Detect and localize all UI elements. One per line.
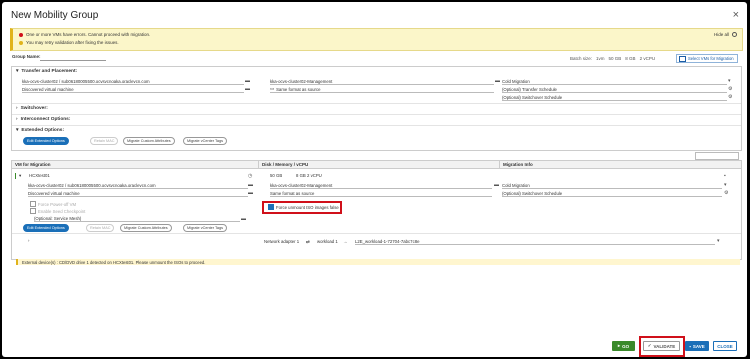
col-header-disk: Disk / Memory / vCPU (258, 161, 499, 169)
close-button[interactable]: CLOSE (713, 341, 737, 351)
close-icon[interactable]: × (733, 9, 739, 21)
folder-icon[interactable]: ▬ (248, 190, 253, 196)
save-icon: ▪ (689, 343, 691, 349)
gear-icon[interactable]: ⚙ (728, 86, 732, 92)
retain-mac-pill[interactable]: Retain MAC (90, 137, 119, 145)
chevron-right-icon: › (16, 117, 18, 122)
storage-format-select[interactable]: ▭ Same format as source (270, 86, 494, 93)
vm-memory-cpu: 8 GB 2 vCPU (296, 173, 322, 178)
group-name-label: Group Name: (12, 54, 41, 59)
target-network-select[interactable]: L2E_workload-1-72704-7abc7c8e (355, 238, 715, 245)
chevron-down-icon[interactable]: ▾ (724, 182, 727, 188)
chevron-down-icon: ▾ (16, 128, 19, 133)
force-power-off-checkbox[interactable]: Force Power-off VM (30, 201, 76, 207)
row-storage-format-select[interactable]: Same format as source (270, 190, 492, 197)
chevron-icon (732, 32, 737, 37)
vm-name: HCXtest01 (29, 173, 50, 178)
chevron-right-icon: › (16, 106, 18, 111)
table-row-toggle[interactable]: ▾ (15, 173, 21, 179)
alert-line-1: One or more VMs have errors. Cannot proc… (26, 32, 151, 37)
chevron-down-icon[interactable]: ▾ (717, 238, 720, 244)
migrate-custom-attributes-pill[interactable]: Migrate Custom Attributes (123, 137, 175, 145)
go-button[interactable]: ▸ GO (612, 341, 635, 351)
edit-extended-options-button[interactable]: Edit Extended Options (23, 137, 69, 145)
chevron-right-icon[interactable]: › (28, 238, 29, 243)
transfer-section-title[interactable]: ▾ Transfer and Placement: (16, 69, 77, 74)
disk-icon: ▭ (270, 86, 275, 91)
warning-icon (19, 40, 23, 45)
highlight-box (262, 201, 342, 214)
switchover-schedule-field[interactable]: (Optional) Switchover Schedule (502, 94, 727, 101)
gear-icon[interactable]: ⚙ (724, 190, 728, 196)
folder-icon[interactable]: ▬ (241, 216, 246, 222)
save-button[interactable]: ▪ SAVE (685, 341, 709, 351)
row-vm-type-field[interactable]: Discovered virtual machine (28, 190, 248, 197)
dialog-title: New Mobility Group (11, 10, 99, 21)
filter-input[interactable] (695, 152, 739, 160)
network-field[interactable]: kka-ocvs-cluster02-Management (270, 78, 494, 85)
error-alert: One or more VMs have errors. Cannot proc… (10, 28, 743, 51)
chevron-down-icon: ▾ (19, 173, 22, 178)
row-migrate-custom-attributes-pill[interactable]: Migrate Custom Attributes (120, 224, 172, 232)
group-name-input[interactable] (40, 56, 106, 61)
gear-icon[interactable]: ⚙ (728, 94, 732, 100)
row-retain-mac-pill[interactable]: Retain MAC (86, 224, 115, 232)
chevron-down-icon: ▾ (16, 69, 19, 74)
play-icon: ▸ (617, 343, 621, 348)
options-panel: ▾ Transfer and Placement: kka-ocvs-clust… (11, 66, 742, 151)
clock-icon: ◷ (248, 173, 253, 179)
switchover-section-title[interactable]: › Switchover: (16, 106, 48, 111)
source-network: workload 1 (317, 239, 338, 244)
folder-icon[interactable]: ▬ (245, 78, 250, 84)
folder-icon[interactable]: ▬ (245, 86, 250, 92)
batch-summary: Batch size: 1vm 50 GB 8 GB 2 vCPU (570, 56, 656, 61)
alert-line-2: You may retry validation after fixing th… (26, 40, 119, 45)
migrate-vcenter-tags-pill[interactable]: Migrate vCenter Tags (183, 137, 228, 145)
delete-icon[interactable]: ▪ (724, 173, 726, 179)
network-icon[interactable]: ▬ (494, 182, 499, 188)
arrow-right-icon: → (343, 239, 348, 244)
chevron-down-icon[interactable]: ▾ (728, 78, 731, 84)
interconnect-section-title[interactable]: › Interconnect Options: (16, 117, 70, 122)
extended-section-title[interactable]: ▾ Extended Options: (16, 128, 64, 133)
target-folder-field[interactable]: kka-ocvs-cluster02 / sub06180005500.ocvs… (22, 78, 244, 85)
network-icon[interactable]: ▬ (495, 78, 500, 84)
col-header-vm: VM for Migration (12, 161, 258, 169)
migration-type-select[interactable]: Cold Migration (502, 78, 727, 85)
vm-type-field[interactable]: Discovered virtual machine (22, 86, 244, 93)
mobility-group-dialog: New Mobility Group × One or more VMs hav… (2, 2, 747, 357)
validate-highlight-box (639, 336, 685, 357)
service-mesh-field[interactable]: (Optional: Service Mesh) (34, 215, 240, 222)
row-edit-extended-options-button[interactable]: Edit Extended Options (23, 224, 69, 232)
select-vms-button[interactable]: Select VMs for Migration (676, 54, 738, 63)
row-target-folder-field[interactable]: kka-ocvs-cluster02 / sub06180005500.ocvs… (28, 182, 248, 189)
vm-list-icon (679, 55, 686, 62)
error-icon (19, 32, 23, 37)
enable-seed-checkbox[interactable]: Enable Seed Checkpoint (30, 208, 85, 214)
col-header-info: Migration Info (499, 161, 741, 169)
vm-migration-table: VM for Migration Disk / Memory / vCPU Mi… (11, 160, 742, 260)
device-warning: External device(s) : CD/DVD drive 1 dete… (16, 259, 740, 265)
vm-disk: 50 GB (270, 173, 283, 178)
link-icon: ⇄ (306, 239, 310, 244)
folder-icon[interactable]: ▬ (248, 182, 253, 188)
row-switchover-schedule-field[interactable]: (Optional) Switchover Schedule (502, 190, 722, 197)
row-network-field[interactable]: kka-ocvs-cluster02-Management (270, 182, 492, 189)
row-migrate-vcenter-tags-pill[interactable]: Migrate vCenter Tags (183, 224, 228, 232)
row-migration-type-select[interactable]: Cold Migration (502, 182, 722, 189)
hide-all-link[interactable]: Hide all (714, 32, 737, 37)
network-adapter-label: Network adapter 1 (264, 239, 300, 244)
transfer-schedule-field[interactable]: (Optional) Transfer Schedule (502, 86, 727, 93)
